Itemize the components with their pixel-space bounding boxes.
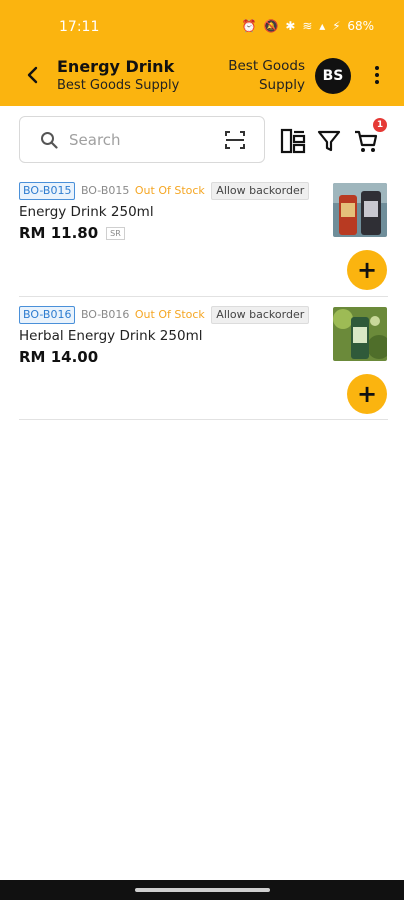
sku-chip: BO-B016 (19, 306, 76, 324)
add-to-cart-button[interactable]: + (347, 250, 387, 290)
sku-code: BO-B016 (80, 308, 130, 321)
status-time: 17:11 (59, 19, 100, 35)
charging-icon: ⚡ (332, 19, 341, 33)
page-title: Energy Drink (57, 57, 175, 76)
layout-toggle-icon[interactable] (280, 128, 306, 154)
product-price: RM 11.80 (19, 224, 99, 242)
product-name: Energy Drink 250ml (19, 204, 154, 220)
supplier-avatar[interactable]: BS (315, 58, 351, 94)
sku-code: BO-B015 (80, 184, 130, 197)
stock-status: Out Of Stock (134, 308, 205, 321)
wifi-icon: ≋ (302, 19, 313, 33)
alarm-icon: ⏰ (241, 19, 257, 33)
bluetooth-icon: ✱ (285, 19, 296, 33)
search-icon (41, 132, 58, 149)
status-icons: ⏰ 🔕 ✱ ≋ ▴ ⚡ 68% (239, 19, 374, 33)
cart-icon[interactable] (353, 129, 379, 155)
system-nav-bar (0, 880, 404, 900)
more-vert-icon[interactable] (370, 64, 384, 86)
product-price-row: RM 14.00 (19, 348, 98, 366)
page-subtitle: Best Goods Supply (57, 78, 180, 93)
tax-tag: SR (106, 227, 125, 240)
product-tags: BO-B015 BO-B015 Out Of Stock Allow backo… (19, 182, 310, 200)
product-tags: BO-B016 BO-B016 Out Of Stock Allow backo… (19, 306, 310, 324)
product-image[interactable] (333, 307, 387, 361)
divider (19, 296, 388, 297)
supplier-name[interactable]: Best Goods Supply (228, 57, 305, 95)
product-price: RM 14.00 (19, 348, 99, 366)
backorder-badge: Allow backorder (211, 306, 310, 324)
add-to-cart-button[interactable]: + (347, 374, 387, 414)
product-item[interactable]: BO-B015 BO-B015 Out Of Stock Allow backo… (0, 182, 404, 292)
product-name: Herbal Energy Drink 250ml (19, 328, 203, 344)
filter-icon[interactable] (316, 128, 342, 154)
barcode-scan-icon[interactable] (225, 130, 245, 150)
back-arrow-icon[interactable] (21, 63, 45, 87)
stock-status: Out Of Stock (134, 184, 205, 197)
sku-chip: BO-B015 (19, 182, 76, 200)
product-item[interactable]: BO-B016 BO-B016 Out Of Stock Allow backo… (0, 306, 404, 416)
home-gesture-handle[interactable] (135, 888, 270, 892)
product-price-row: RM 11.80 SR (19, 224, 125, 242)
search-box[interactable] (19, 116, 265, 163)
divider (19, 419, 388, 420)
app-header: 17:11 ⏰ 🔕 ✱ ≋ ▴ ⚡ 68% Energy Drink Best … (0, 0, 404, 106)
search-input[interactable] (69, 129, 219, 151)
signal-icon: ▴ (319, 19, 326, 33)
supplier-name-line2: Supply (258, 77, 305, 93)
supplier-name-line1: Best Goods (228, 58, 305, 74)
product-image[interactable] (333, 183, 387, 237)
cart-count-badge: 1 (373, 118, 387, 132)
battery-level: 68% (347, 19, 374, 33)
mute-icon: 🔕 (263, 19, 279, 33)
backorder-badge: Allow backorder (211, 182, 310, 200)
